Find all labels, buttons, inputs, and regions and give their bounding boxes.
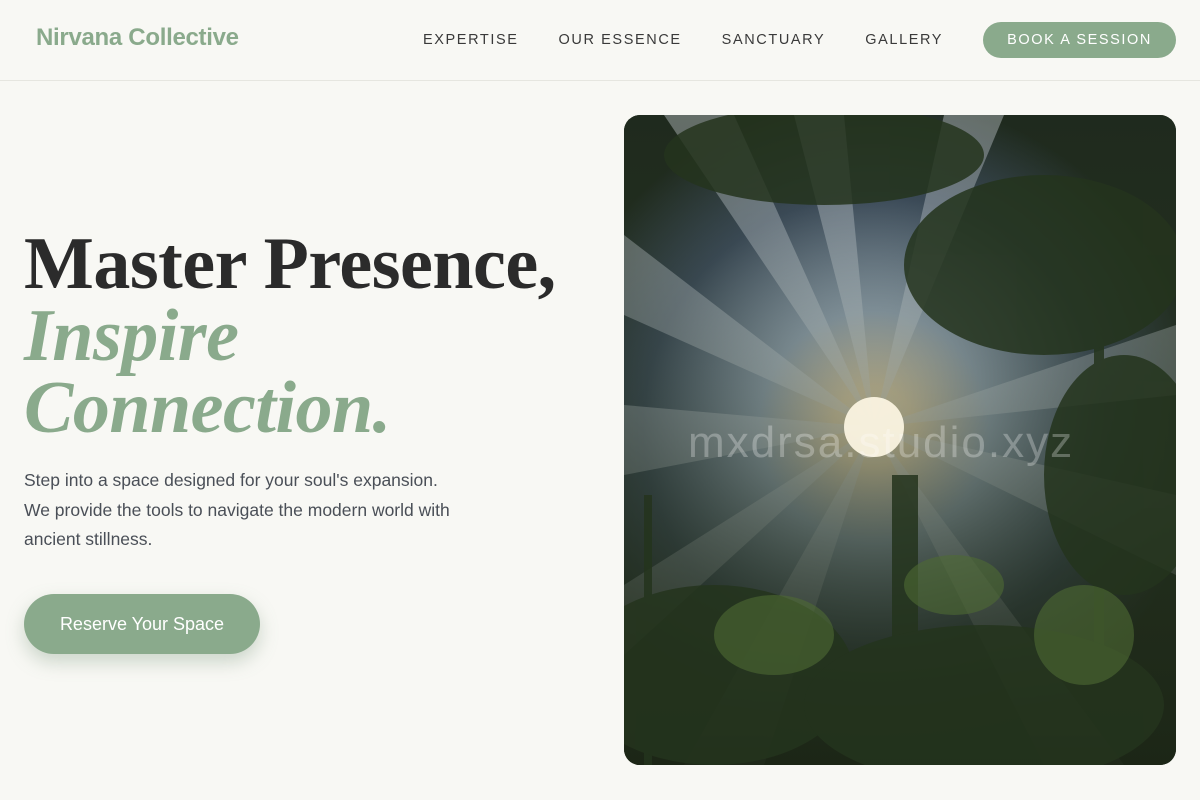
hero-title-line2: Inspire — [24, 295, 239, 377]
top-navigation: Nirvana Collective EXPERTISE OUR ESSENCE… — [0, 0, 1200, 81]
book-session-button[interactable]: BOOK A SESSION — [983, 22, 1176, 58]
image-watermark: mxdrsa.studio.xyz — [688, 418, 1075, 467]
hero-title-line1: Master Presence, — [24, 223, 556, 305]
hero-title: Master Presence, Inspire Connection. — [24, 227, 556, 449]
nav-link-sanctuary[interactable]: SANCTUARY — [722, 22, 826, 58]
hero-title-line3: Connection. — [24, 367, 391, 449]
nav-links: EXPERTISE OUR ESSENCE SANCTUARY GALLERY … — [423, 22, 1176, 58]
nav-link-expertise[interactable]: EXPERTISE — [423, 22, 519, 58]
forest-sunlight-image: mxdrsa.studio.xyz — [624, 115, 1176, 765]
nav-link-gallery[interactable]: GALLERY — [865, 22, 943, 58]
reserve-space-button[interactable]: Reserve Your Space — [24, 594, 260, 654]
hero-subtitle: Step into a space designed for your soul… — [24, 470, 450, 549]
nav-link-our-essence[interactable]: OUR ESSENCE — [559, 22, 682, 58]
brand-logo[interactable]: Nirvana Collective — [36, 24, 239, 52]
